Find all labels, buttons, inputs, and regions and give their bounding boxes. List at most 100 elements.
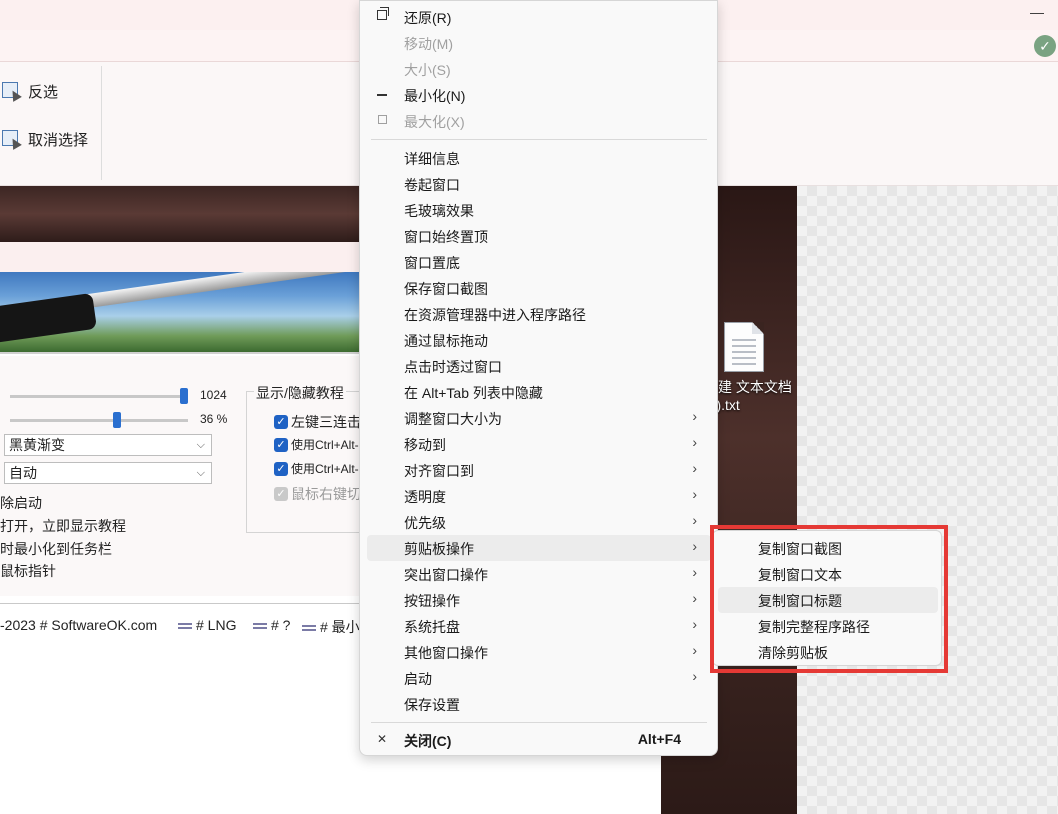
- submenu-item-copy-text[interactable]: 复制窗口文本: [718, 561, 938, 587]
- dark-background-strip: [0, 186, 360, 242]
- chevron-right-icon: ›: [692, 590, 697, 606]
- close-icon: ✕: [376, 732, 388, 746]
- accelerator-label: Alt+F4: [637, 731, 681, 747]
- checkbox-ctrl-alt-2[interactable]: ✓ 使用Ctrl+Alt-: [274, 460, 359, 477]
- status-min[interactable]: # 最小: [302, 617, 360, 637]
- menu-item-label: 关闭(C): [404, 733, 452, 749]
- submenu-item-copy-title[interactable]: 复制窗口标题: [718, 587, 938, 613]
- chevron-right-icon: ›: [692, 564, 697, 580]
- submenu-item-label: 复制完整程序路径: [758, 619, 870, 635]
- chevron-right-icon: ›: [692, 434, 697, 450]
- menu-item-system-tray[interactable]: 系统托盘 ›: [367, 613, 711, 639]
- menu-item-minimize[interactable]: 最小化(N): [367, 82, 711, 108]
- color-select[interactable]: 黑黄渐变 ⌵: [4, 434, 212, 456]
- status-lng[interactable]: # LNG: [178, 617, 236, 633]
- menu-item-startup[interactable]: 启动 ›: [367, 665, 711, 691]
- menu-item-save-settings[interactable]: 保存设置: [367, 691, 711, 717]
- copyright-text: -2023 # SoftwareOK.com: [0, 617, 158, 633]
- menu-item-label: 在资源管理器中进入程序路径: [404, 307, 586, 323]
- menu-item-label: 保存设置: [404, 697, 460, 713]
- deselect-cursor-icon: [0, 127, 24, 151]
- menu-item-frosted-glass[interactable]: 毛玻璃效果: [367, 197, 711, 223]
- menu-item-align-to[interactable]: 对齐窗口到 ›: [367, 457, 711, 483]
- menu-item-hide-alt-tab[interactable]: 在 Alt+Tab 列表中隐藏: [367, 379, 711, 405]
- chevron-right-icon: ›: [692, 668, 697, 684]
- deselect-label: 取消选择: [28, 131, 89, 149]
- checkbox-right-click[interactable]: ✓ 鼠标右键切: [274, 484, 361, 504]
- checkbox-label: 使用Ctrl+Alt-: [291, 462, 359, 476]
- deselect-button[interactable]: 取消选择: [0, 124, 88, 154]
- menu-item-restore[interactable]: 还原(R): [367, 4, 711, 30]
- size-slider-value: 1024: [200, 388, 227, 402]
- submenu-item-copy-screenshot[interactable]: 复制窗口截图: [718, 535, 938, 561]
- window-minimize-button[interactable]: —: [1030, 4, 1044, 20]
- menu-item-click-through[interactable]: 点击时透过窗口: [367, 353, 711, 379]
- submenu-item-copy-full-path[interactable]: 复制完整程序路径: [718, 613, 938, 639]
- minimize-icon: [375, 87, 389, 101]
- menu-item-label: 调整窗口大小为: [404, 411, 502, 427]
- slider-thumb[interactable]: [113, 412, 121, 428]
- menu-item-label: 对齐窗口到: [404, 463, 474, 479]
- menu-item-label: 通过鼠标拖动: [404, 333, 488, 349]
- color-select-value: 黑黄渐变: [9, 437, 65, 453]
- menu-item-close[interactable]: ✕ 关闭(C) Alt+F4: [367, 727, 711, 753]
- checkbox-ctrl-alt-1[interactable]: ✓ 使用Ctrl+Alt-: [274, 436, 359, 453]
- menu-item-maximize: 最大化(X): [367, 108, 711, 134]
- menu-item-label: 按钮操作: [404, 593, 460, 609]
- menu-item-highlight-window[interactable]: 突出窗口操作 ›: [367, 561, 711, 587]
- chevron-down-icon: ⌵: [196, 439, 205, 451]
- banner-blade: [59, 272, 360, 312]
- invert-selection-button[interactable]: 反选: [0, 76, 58, 106]
- submenu-item-clear-clipboard[interactable]: 清除剪贴板: [718, 639, 938, 665]
- menu-item-label: 窗口始终置顶: [404, 229, 488, 245]
- submenu-item-label: 清除剪贴板: [758, 645, 828, 661]
- size-slider[interactable]: [10, 388, 188, 404]
- checkbox-label: 左键三连击: [291, 414, 361, 430]
- mode-select[interactable]: 自动 ⌵: [4, 462, 212, 484]
- menu-item-label: 最小化(N): [404, 88, 466, 104]
- menu-separator: [371, 139, 707, 140]
- menu-item-save-screenshot[interactable]: 保存窗口截图: [367, 275, 711, 301]
- menu-item-resize-to[interactable]: 调整窗口大小为 ›: [367, 405, 711, 431]
- menu-lines-icon: [302, 623, 316, 633]
- chevron-right-icon: ›: [692, 616, 697, 632]
- menu-item-priority[interactable]: 优先级 ›: [367, 509, 711, 535]
- menu-item-label: 系统托盘: [404, 619, 460, 635]
- mode-select-value: 自动: [9, 465, 37, 481]
- menu-item-send-to-bottom[interactable]: 窗口置底: [367, 249, 711, 275]
- chevron-right-icon: ›: [692, 642, 697, 658]
- menu-item-label: 窗口置底: [404, 255, 460, 271]
- menu-item-label: 详细信息: [404, 151, 460, 167]
- chevron-right-icon: ›: [692, 512, 697, 528]
- menu-item-other-actions[interactable]: 其他窗口操作 ›: [367, 639, 711, 665]
- slider-thumb[interactable]: [180, 388, 188, 404]
- menu-item-transparency[interactable]: 透明度 ›: [367, 483, 711, 509]
- menu-lines-icon: [253, 621, 267, 631]
- select-cursor-icon: [0, 79, 24, 103]
- text-file-icon[interactable]: [724, 322, 764, 372]
- menu-item-open-program-path[interactable]: 在资源管理器中进入程序路径: [367, 301, 711, 327]
- menu-item-mouse-drag[interactable]: 通过鼠标拖动: [367, 327, 711, 353]
- status-help[interactable]: # ?: [253, 617, 290, 633]
- clipboard-submenu: 复制窗口截图 复制窗口文本 复制窗口标题 复制完整程序路径 清除剪贴板: [712, 530, 942, 666]
- menu-item-move: 移动(M): [367, 30, 711, 56]
- menu-item-label: 移动(M): [404, 36, 453, 52]
- menu-item-clipboard[interactable]: 剪贴板操作 ›: [367, 535, 711, 561]
- checkbox-triple-click[interactable]: ✓ 左键三连击: [274, 412, 361, 432]
- checkbox-checked-icon: ✓: [274, 437, 288, 452]
- menu-item-button-actions[interactable]: 按钮操作 ›: [367, 587, 711, 613]
- menu-separator: [371, 722, 707, 723]
- submenu-item-label: 复制窗口文本: [758, 567, 842, 583]
- menu-item-details[interactable]: 详细信息: [367, 145, 711, 171]
- checkbox-checked-icon: ✓: [274, 487, 288, 501]
- option-text-1: 除启动: [0, 495, 42, 511]
- transparent-background: [797, 186, 1058, 814]
- status-lng-label: # LNG: [196, 617, 237, 633]
- menu-item-label: 还原(R): [404, 10, 452, 26]
- menu-item-move-to[interactable]: 移动到 ›: [367, 431, 711, 457]
- menu-item-label: 卷起窗口: [404, 177, 460, 193]
- menu-item-roll-up[interactable]: 卷起窗口: [367, 171, 711, 197]
- chevron-down-icon: ⌵: [196, 467, 205, 479]
- transparency-slider[interactable]: [10, 412, 188, 428]
- menu-item-always-on-top[interactable]: 窗口始终置顶: [367, 223, 711, 249]
